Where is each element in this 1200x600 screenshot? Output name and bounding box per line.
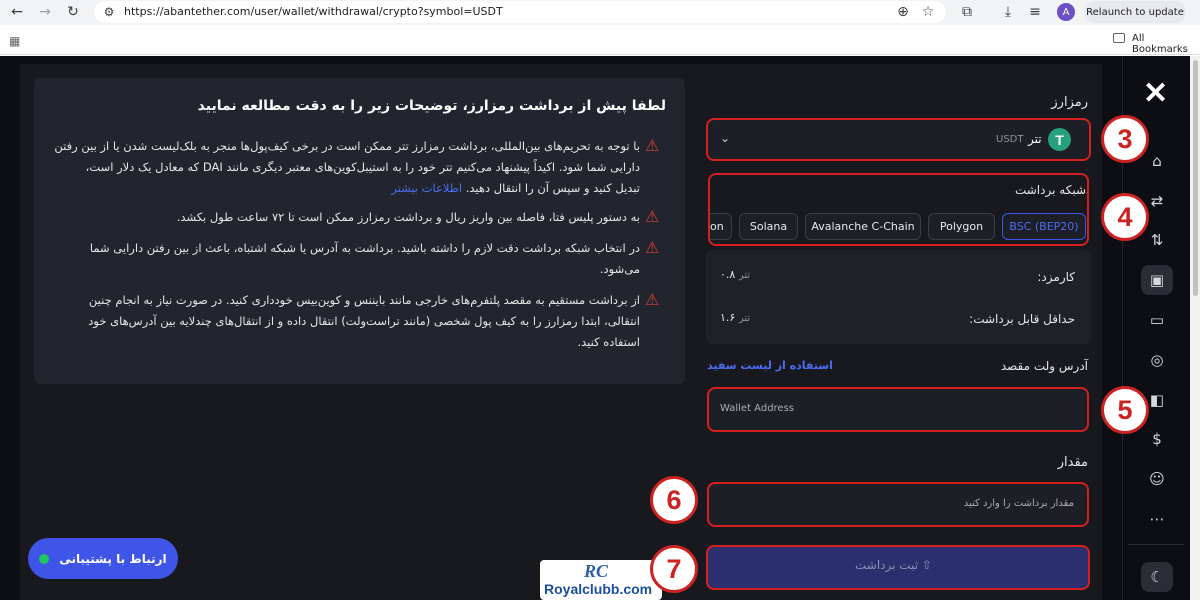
currency-name: تتر	[1028, 132, 1042, 146]
moon-icon[interactable]: ☾	[1141, 562, 1173, 592]
fee-box	[706, 250, 1091, 344]
card-icon[interactable]: ▭	[1141, 305, 1173, 335]
support-button[interactable]: ارتباط با پشتیبانی	[28, 538, 178, 579]
marker-6: 6	[650, 476, 698, 524]
upload-icon: ⇧	[921, 558, 932, 572]
download-icon[interactable]: ⤓	[997, 2, 1019, 22]
notice-item-4: از برداشت مستقیم به مقصد پلتفرم‌های خارج…	[88, 293, 640, 349]
wallet-address-placeholder: Wallet Address	[720, 403, 795, 414]
swap-icon[interactable]: ⇅	[1141, 225, 1173, 255]
address-label: آدرس ولت مقصد	[1000, 359, 1088, 373]
back-icon[interactable]: ←	[6, 2, 28, 22]
marker-4: 4	[1101, 193, 1149, 241]
site-info-icon[interactable]: ⚙	[98, 2, 120, 22]
fee-label: کارمزد:	[1037, 270, 1075, 284]
warning-icon: ⚠	[645, 238, 660, 257]
notice-title: لطفا پیش از برداشت رمزارز، توضیحات زیر ر…	[197, 98, 666, 114]
user-icon[interactable]: ☺	[1141, 464, 1173, 494]
dollar-icon[interactable]: $	[1141, 424, 1173, 454]
apps-grid-icon[interactable]: ▦	[9, 34, 20, 48]
zoom-icon[interactable]: ⊕	[892, 2, 914, 22]
network-partial[interactable]: on	[710, 213, 732, 240]
marker-3: 3	[1101, 115, 1149, 163]
warning-icon: ⚠	[645, 207, 660, 226]
whitelist-link[interactable]: استفاده از لیست سفید	[707, 359, 833, 372]
bookmarks-bar: ▦ All Bookmarks	[0, 25, 1200, 55]
amount-placeholder: مقدار برداشت را وارد کنید	[963, 498, 1074, 509]
fee-amount: تتر ۰.۸	[720, 268, 751, 281]
browser-tab-bar: ← → ↻ ⚙ https://abantether.com/user/wall…	[0, 0, 1200, 25]
currency-label: رمزارز	[1051, 95, 1088, 110]
media-icon[interactable]: ≡	[1024, 2, 1046, 22]
network-polygon[interactable]: Polygon	[928, 213, 995, 240]
network-avalanche[interactable]: Avalanche C-Chain	[805, 213, 921, 240]
notice-item-1: با توجه به تحریم‌های بین‌المللی، برداشت …	[54, 139, 640, 195]
marker-7: 7	[650, 545, 698, 593]
sidebar-divider	[1128, 544, 1184, 545]
currency-symbol: USDT	[996, 134, 1024, 145]
earn-icon[interactable]: ◎	[1141, 345, 1173, 375]
notice-item-2: به دستور پلیس فتا، فاصله بین واریز ریال …	[176, 210, 640, 224]
online-dot-icon	[39, 553, 50, 564]
marker-5: 5	[1101, 386, 1149, 434]
notice-item-3: در انتخاب شبکه برداشت دقت لازم را داشته …	[89, 241, 640, 276]
more-icon[interactable]: ⋯	[1141, 504, 1173, 534]
scrollbar-thumb[interactable]	[1193, 60, 1198, 296]
profile-avatar[interactable]: A	[1057, 3, 1075, 21]
bookmark-star-icon[interactable]: ☆	[917, 2, 939, 22]
min-label: حداقل قابل برداشت:	[969, 312, 1075, 326]
logo-icon[interactable]: ✕	[1143, 76, 1168, 111]
warning-icon: ⚠	[645, 290, 660, 309]
network-label: شبکه برداشت	[1014, 183, 1086, 197]
forward-icon[interactable]: →	[34, 2, 56, 22]
min-amount: تتر ۱.۶	[720, 311, 751, 324]
usdt-icon: T	[1048, 128, 1071, 151]
chevron-down-icon[interactable]: ⌄	[720, 131, 730, 145]
amount-label: مقدار	[1057, 455, 1088, 470]
url-text: https://abantether.com/user/wallet/withd…	[124, 5, 503, 18]
warning-icon: ⚠	[645, 136, 660, 155]
reload-icon[interactable]: ↻	[62, 2, 84, 22]
network-bsc[interactable]: BSC (BEP20)	[1002, 213, 1086, 240]
folder-icon	[1113, 33, 1125, 43]
all-bookmarks-label[interactable]: All Bookmarks	[1132, 33, 1200, 55]
extensions-icon[interactable]: ⧉	[956, 2, 978, 22]
submit-label: ثبت برداشت ⇧	[855, 558, 932, 572]
network-solana[interactable]: Solana	[739, 213, 798, 240]
more-info-link[interactable]: اطلاعات بیشتر	[391, 181, 462, 195]
watermark-logo: RC	[584, 561, 609, 581]
wallet-icon[interactable]: ▣	[1141, 265, 1173, 295]
watermark-text: Royalclubb.com	[544, 581, 653, 597]
relaunch-button[interactable]: Relaunch to update	[1084, 1, 1186, 23]
